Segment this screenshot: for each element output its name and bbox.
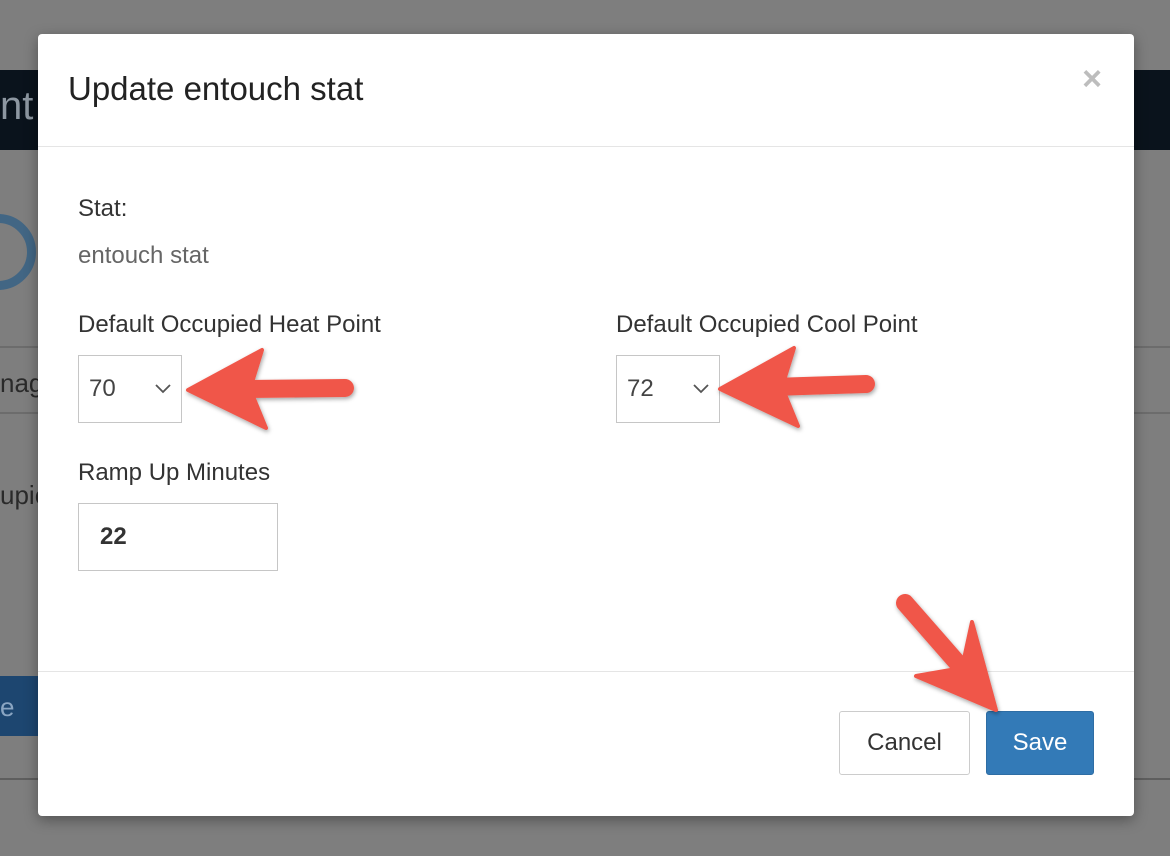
- background-header-text: nt: [0, 84, 34, 128]
- modal-footer-divider: [38, 671, 1134, 672]
- cool-point-value: 72: [627, 375, 654, 402]
- cancel-button[interactable]: Cancel: [839, 711, 970, 775]
- update-stat-modal: Update entouch stat × Stat: entouch stat…: [38, 34, 1134, 816]
- cool-point-label: Default Occupied Cool Point: [616, 311, 918, 338]
- heat-point-value: 70: [89, 375, 116, 402]
- stat-label: Stat:: [78, 195, 128, 222]
- ramp-up-label: Ramp Up Minutes: [78, 459, 271, 486]
- modal-header: Update entouch stat ×: [38, 34, 1134, 147]
- stat-value: entouch stat: [78, 242, 209, 269]
- chevron-down-icon: [693, 384, 709, 394]
- save-button[interactable]: Save: [986, 711, 1094, 775]
- cool-point-select[interactable]: 72: [616, 355, 720, 423]
- background-text: nag: [0, 368, 44, 398]
- background-button-text: e: [0, 692, 15, 722]
- close-icon[interactable]: ×: [1082, 62, 1102, 96]
- heat-point-select[interactable]: 70: [78, 355, 182, 423]
- heat-point-label: Default Occupied Heat Point: [78, 311, 381, 338]
- chevron-down-icon: [155, 384, 171, 394]
- ramp-up-value: 22: [100, 523, 127, 550]
- background-progress-ring: [0, 214, 36, 290]
- modal-title: Update entouch stat: [68, 70, 364, 107]
- ramp-up-input[interactable]: 22: [78, 503, 278, 571]
